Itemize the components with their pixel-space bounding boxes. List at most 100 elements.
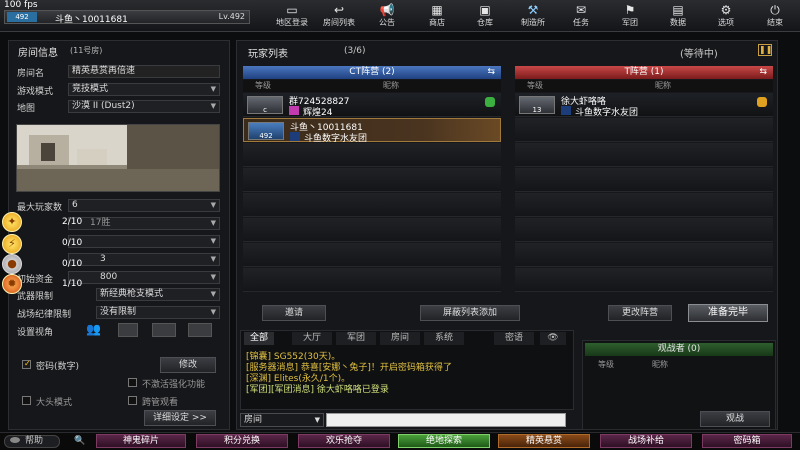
map-scene (17, 125, 219, 191)
t-empty-slot[interactable] (515, 218, 773, 242)
bonus-lightning-icon: ⚡ (2, 234, 22, 254)
map-label: 地图 (17, 104, 36, 114)
happy-grab-button[interactable]: 欢乐抢夺 (298, 434, 390, 448)
t-empty-slot[interactable] (515, 193, 773, 217)
t-empty-slot[interactable] (515, 143, 773, 167)
chat-tab-system[interactable]: 系统 (424, 332, 464, 345)
start-money-label: 初始资金 (17, 275, 54, 285)
chevron-down-icon: ▼ (210, 201, 216, 209)
block-list-add-button[interactable]: 屏蔽列表添加 (420, 305, 520, 321)
bonus-fire-icon: ✹ (2, 274, 22, 294)
crown-icon (757, 97, 767, 107)
map-select[interactable]: 沙漠 II (Dust2) ▼ (68, 100, 220, 113)
chevron-down-icon: ▼ (210, 85, 216, 93)
room-name-field[interactable]: 精英悬赏再倍速 (68, 65, 220, 78)
password-label: 密码(数字) (36, 362, 80, 372)
big-head-checkbox[interactable] (22, 396, 31, 405)
view-icon-4[interactable] (188, 323, 212, 337)
nav-data[interactable]: ▤ 数据 (659, 2, 697, 30)
ready-button[interactable]: 准备完毕 (688, 304, 768, 322)
help-button[interactable]: 帮助 (4, 435, 60, 448)
ct-empty-slot[interactable] (243, 268, 501, 292)
modify-button[interactable]: 修改 (160, 357, 216, 373)
ct-empty-slot[interactable] (243, 243, 501, 267)
chevron-down-icon: ▼ (210, 290, 216, 298)
clan-icon (289, 106, 299, 115)
code-box-button[interactable]: 密码箱 (702, 434, 792, 448)
player-level: Lv.492 (218, 12, 245, 21)
big-head-label: 大头模式 (36, 398, 73, 408)
nav-region-login[interactable]: ▭ 地区登录 (273, 2, 311, 30)
no-enhance-label: 不激活强化功能 (142, 380, 206, 390)
nav-notice[interactable]: 📢 公告 (368, 2, 406, 30)
nav-options[interactable]: ⚙ 选项 (707, 2, 745, 30)
t-empty-slot[interactable] (515, 118, 773, 142)
ct-empty-slot[interactable] (243, 168, 501, 192)
detail-settings-button[interactable]: 详细设定 >> (144, 410, 216, 426)
start-money-select[interactable]: 800 ▼ (68, 271, 220, 284)
player-card: 492 斗鱼丶10011681 Lv.492 (4, 10, 250, 25)
ct-player-slot[interactable]: c 群724528827 辉煌24 (243, 93, 501, 118)
pause-icon[interactable]: ❚❚ (758, 44, 772, 56)
target-select[interactable]: 17胜 ▼ (68, 217, 220, 230)
player-clan: 辉煌24 (303, 108, 333, 118)
t-player-slot[interactable]: 13 徐大虾咯咯 斗鱼数字水友团 (515, 93, 773, 118)
chat-tab-all[interactable]: 全部 (244, 332, 274, 345)
eye-icon[interactable]: 👁 (540, 332, 566, 345)
elite-bounty-button[interactable]: 精英悬赏 (498, 434, 590, 448)
rest-time-select[interactable]: ▼ (68, 235, 220, 248)
chat-channel-select[interactable]: 房间 ▼ (240, 413, 324, 427)
chat-tab-room[interactable]: 房间 (380, 332, 420, 345)
ct-empty-slot[interactable] (243, 193, 501, 217)
t-team-header[interactable]: T阵营 (1) ⇆ (515, 66, 773, 79)
chat-tab-lobby[interactable]: 大厅 (292, 332, 332, 345)
chevron-down-icon: ▼ (314, 416, 320, 424)
t-empty-slot[interactable] (515, 168, 773, 192)
invite-button[interactable]: 邀请 (262, 305, 326, 321)
chat-line: [军团][军团消息] 徐大虾咯咯已登录 (246, 385, 389, 395)
swap-icon: ⇆ (487, 67, 495, 77)
hud-value-4: 1/10 (62, 279, 83, 289)
weapon-limit-select[interactable]: 新经典枪支模式 ▼ (96, 288, 220, 301)
nav-legion[interactable]: ⚑ 军团 (611, 2, 649, 30)
rank-badge: 13 (519, 96, 555, 114)
observer-col-level: 等级 (598, 360, 614, 369)
chevron-down-icon: ▼ (210, 308, 216, 316)
ct-empty-slot[interactable] (243, 218, 501, 242)
view-icon-2[interactable] (118, 323, 138, 337)
search-icon[interactable]: 🔍 (70, 435, 90, 448)
view-icon-3[interactable] (152, 323, 176, 337)
observer-header: 观战者 (0) (585, 343, 773, 356)
nav-storage[interactable]: ▣ 仓库 (466, 2, 504, 30)
jedi-explore-button[interactable]: 绝地探索 (398, 434, 490, 448)
nav-exit[interactable]: ⏻ 结束 (756, 2, 794, 30)
nav-shop[interactable]: ▦ 商店 (418, 2, 456, 30)
chat-tab-legion[interactable]: 军团 (336, 332, 376, 345)
round-time-select[interactable]: 3 ▼ (68, 253, 220, 266)
no-enhance-checkbox[interactable] (128, 378, 137, 387)
chat-tab-whisper[interactable]: 密语 (494, 332, 534, 345)
t-empty-slot[interactable] (515, 243, 773, 267)
t-empty-slot[interactable] (515, 268, 773, 292)
spectate-button[interactable]: 观战 (700, 411, 770, 427)
chat-input[interactable] (326, 413, 566, 427)
nav-room-list[interactable]: ↩ 房间列表 (320, 2, 358, 30)
nav-task[interactable]: ✉ 任务 (562, 2, 600, 30)
nav-workshop[interactable]: ⚒ 制造所 (514, 2, 552, 30)
battle-supply-button[interactable]: 战场补给 (600, 434, 692, 448)
ghost-shard-button[interactable]: 神鬼碎片 (96, 434, 186, 448)
discipline-select[interactable]: 没有限制 ▼ (96, 306, 220, 319)
game-mode-select[interactable]: 竞技模式 ▼ (68, 83, 220, 96)
max-players-select[interactable]: 6 ▼ (68, 199, 220, 212)
room-number: (11号房) (70, 46, 103, 55)
chevron-down-icon: ▼ (210, 237, 216, 245)
view-people-icon[interactable]: 👥 (86, 322, 106, 342)
points-exchange-button[interactable]: 积分兑换 (196, 434, 288, 448)
ct-player-slot-self[interactable]: 492 斗鱼丶10011681 斗鱼数字水友团 (243, 118, 501, 144)
ct-team-header[interactable]: CT阵营 (2) ⇆ (243, 66, 501, 79)
ct-empty-slot[interactable] (243, 143, 501, 167)
spectate-checkbox[interactable] (128, 396, 137, 405)
weapon-limit-label: 武器限制 (17, 292, 54, 302)
change-team-button[interactable]: 更改阵营 (608, 305, 672, 321)
password-checkbox[interactable] (22, 359, 31, 369)
